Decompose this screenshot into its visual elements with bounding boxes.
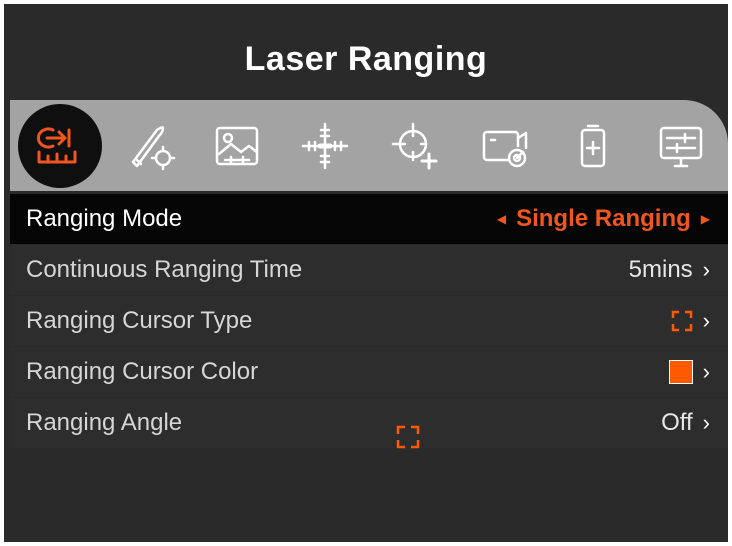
tab-battery[interactable] <box>550 100 636 191</box>
ranging-cursor-type-label: Ranging Cursor Type <box>26 307 253 334</box>
ranging-mode-value: Single Ranging <box>516 205 691 232</box>
continuous-ranging-time-value: 5mins <box>628 256 693 283</box>
continuous-ranging-time-label: Continuous Ranging Time <box>26 256 303 283</box>
chevron-right-icon: › <box>702 308 710 333</box>
tab-laser-ranging[interactable] <box>14 100 102 191</box>
settings-menu: Ranging Mode ◀ Single Ranging ▶ Continuo… <box>10 194 728 449</box>
bracket-cursor-icon <box>671 310 692 332</box>
ranging-mode-label: Ranging Mode <box>26 205 183 232</box>
display-settings-icon <box>659 126 703 167</box>
tab-zeroing[interactable] <box>372 100 458 191</box>
tab-ballistic[interactable] <box>108 100 194 191</box>
chevron-right-icon: › <box>702 410 710 435</box>
tab-bar <box>10 100 728 191</box>
ranging-mode-value-wrap: ◀ Single Ranging ▶ <box>497 205 728 233</box>
ranging-cursor-color-label: Ranging Cursor Color <box>26 358 259 385</box>
ranging-cursor-color-row[interactable]: Ranging Cursor Color › <box>10 347 728 397</box>
ranging-angle-label: Ranging Angle <box>26 409 183 436</box>
ranging-cursor-icon <box>396 425 420 449</box>
ballistic-icon <box>131 125 176 170</box>
tab-image[interactable] <box>194 100 280 191</box>
continuous-ranging-time-value-wrap: 5mins › <box>629 256 728 284</box>
left-arrow-icon[interactable]: ◀ <box>497 212 506 226</box>
zeroing-icon <box>391 122 438 169</box>
tab-display[interactable] <box>638 100 724 191</box>
chevron-right-icon: › <box>702 257 710 282</box>
continuous-ranging-time-row[interactable]: Continuous Ranging Time 5mins › <box>10 245 728 295</box>
reticle-icon <box>301 122 349 169</box>
laser-ranging-icon <box>36 127 77 163</box>
ranging-cursor-type-value-wrap: › <box>671 308 728 334</box>
ranging-cursor-type-row[interactable]: Ranging Cursor Type › <box>10 296 728 346</box>
tab-camera[interactable] <box>462 100 548 191</box>
battery-icon <box>580 124 606 167</box>
screen: Laser Ranging Ranging Mode ◀ Single Rang… <box>4 4 728 542</box>
ranging-mode-row[interactable]: Ranging Mode ◀ Single Ranging ▶ <box>10 194 728 244</box>
image-settings-icon <box>215 126 259 165</box>
color-swatch <box>668 360 693 384</box>
camera-record-icon <box>482 130 528 167</box>
right-arrow-icon[interactable]: ▶ <box>701 212 710 226</box>
ranging-angle-value: Off <box>661 409 693 436</box>
chevron-right-icon: › <box>702 359 710 384</box>
ranging-angle-value-wrap: Off › <box>661 409 728 437</box>
page-title: Laser Ranging <box>244 40 488 78</box>
ranging-cursor-color-value-wrap: › <box>668 359 728 385</box>
ranging-angle-row[interactable]: Ranging Angle Off › <box>10 398 728 448</box>
tab-reticle[interactable] <box>282 100 368 191</box>
